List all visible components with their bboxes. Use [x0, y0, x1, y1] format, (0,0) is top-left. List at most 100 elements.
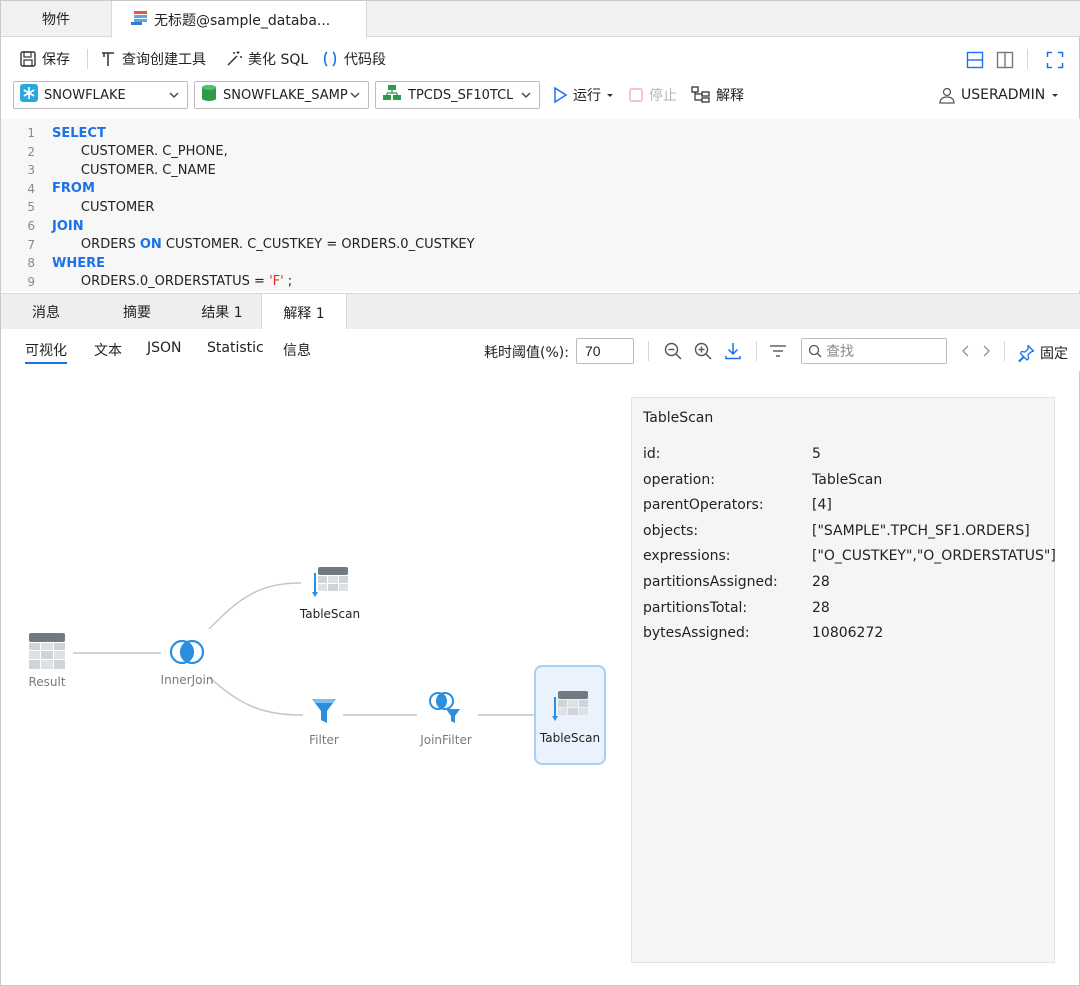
- beautify-sql-button[interactable]: 美化 SQL: [225, 47, 308, 71]
- sql-editor[interactable]: 1 SELECT 2 CUSTOMER. C_PHONE, 3 CUSTOMER. C…: [1, 119, 1080, 291]
- pin-button[interactable]: 固定: [1017, 341, 1068, 365]
- line-number: 2: [27, 144, 35, 159]
- property-value: 28: [812, 574, 830, 590]
- tab-info-label: 信息: [283, 343, 311, 359]
- plan-node-tablescan-selected[interactable]: TableScan: [534, 665, 606, 765]
- code-text: FROM: [52, 181, 95, 196]
- tab-summary[interactable]: 摘要: [91, 294, 183, 330]
- sql-keyword: SELECT: [52, 125, 106, 141]
- tab-json[interactable]: JSON: [147, 340, 182, 364]
- chevron-down-icon: [169, 92, 179, 98]
- code-snippet-button[interactable]: 代码段: [321, 47, 386, 71]
- line-number: 4: [27, 181, 35, 196]
- plan-node-label: TableScan: [299, 607, 361, 621]
- split-vertical-button[interactable]: [996, 51, 1016, 71]
- zoom-in-icon: [694, 342, 712, 360]
- plan-node-tablescan-top[interactable]: TableScan: [297, 565, 363, 621]
- beautify-sql-label: 美化 SQL: [248, 52, 309, 68]
- schema-icon: [382, 84, 402, 106]
- code-snippet-label: 代码段: [344, 52, 386, 68]
- explain-button[interactable]: 解释: [691, 83, 744, 107]
- zoom-out-icon: [664, 342, 682, 360]
- plan-node-label: JoinFilter: [420, 733, 472, 747]
- property-key: id:: [643, 446, 661, 462]
- tab-messages[interactable]: 消息: [1, 294, 91, 330]
- tab-statistic[interactable]: Statistic: [207, 340, 264, 364]
- plan-node-filter[interactable]: Filter: [297, 695, 351, 747]
- code-line: 9 ORDERS.0_ORDERSTATUS = 'F' ;: [1, 273, 1080, 291]
- fullscreen-button[interactable]: [1046, 51, 1066, 71]
- tab-visual-label: 可视化: [25, 343, 67, 359]
- tab-json-label: JSON: [147, 340, 182, 356]
- explain-toolbar: 可视化 文本 JSON Statistic 信息 耗时阈值(%): 70 查找 …: [1, 329, 1080, 371]
- plan-node-result[interactable]: Result: [19, 633, 75, 689]
- caret-down-icon: [1052, 94, 1059, 97]
- plan-edges: [73, 582, 541, 716]
- line-number: 6: [27, 219, 35, 233]
- property-key: partitionsAssigned:: [643, 574, 778, 590]
- property-value: [4]: [812, 497, 832, 514]
- tab-summary-label: 摘要: [123, 305, 151, 321]
- sql-token: CUSTOMER. C_NAME: [52, 162, 216, 178]
- run-label: 运行: [573, 88, 601, 104]
- tab-query[interactable]: 无标题@sample_databa...: [111, 1, 367, 38]
- warehouse-select[interactable]: SNOWFLAKE: [13, 81, 188, 109]
- next-match-button[interactable]: [976, 341, 996, 361]
- sql-token: ORDERS.0_ORDERSTATUS =: [52, 274, 270, 290]
- result-tabs: 消息 摘要 结果 1 解释 1: [1, 293, 1080, 331]
- code-line: 2 CUSTOMER. C_PHONE,: [1, 143, 1080, 161]
- tab-result-1[interactable]: 结果 1: [183, 294, 261, 330]
- code-text: CUSTOMER: [52, 200, 155, 215]
- plan-node-inner-join[interactable]: InnerJoin: [157, 637, 217, 687]
- zoom-out-button[interactable]: [663, 341, 683, 361]
- plan-canvas[interactable]: Result InnerJoin TableScan Filter JoinFi…: [1, 371, 621, 981]
- query-builder-icon: [102, 52, 114, 66]
- fullscreen-icon: [1046, 51, 1064, 69]
- tab-objects[interactable]: 物件: [1, 1, 111, 37]
- code-line: 8 WHERE: [1, 254, 1080, 272]
- tab-objects-label: 物件: [42, 12, 70, 28]
- tablescan-icon: [312, 567, 348, 597]
- tab-info[interactable]: 信息: [283, 340, 311, 364]
- sql-keyword: ON: [139, 237, 162, 253]
- download-button[interactable]: [723, 341, 743, 361]
- app-window: 物件 无标题@sample_databa... 保存 查询创建工具 美化 SQL…: [0, 0, 1080, 986]
- connection-toolbar: SNOWFLAKE SNOWFLAKE_SAMP TPCDS_SF10TCL 运…: [1, 79, 1080, 113]
- search-input[interactable]: [826, 343, 936, 359]
- tab-text-label: 文本: [94, 343, 122, 359]
- previous-match-button[interactable]: [956, 341, 976, 361]
- run-button[interactable]: 运行: [552, 83, 620, 107]
- property-value: 5: [812, 446, 821, 462]
- save-label: 保存: [42, 52, 70, 68]
- filter-button[interactable]: [768, 341, 788, 361]
- stop-icon: [629, 88, 643, 102]
- user-menu[interactable]: USERADMIN: [938, 83, 1065, 107]
- warehouse-value: SNOWFLAKE: [44, 87, 126, 103]
- stop-button[interactable]: 停止: [628, 83, 677, 107]
- plan-node-join-filter[interactable]: JoinFilter: [415, 689, 477, 747]
- code-text: SELECT: [52, 126, 106, 141]
- detail-property-row: bytesAssigned: 10806272: [643, 625, 1053, 645]
- tab-explain-1[interactable]: 解释 1: [261, 294, 347, 331]
- tab-text[interactable]: 文本: [94, 340, 122, 364]
- code-snippet-icon: [323, 51, 337, 67]
- filter-funnel-icon: [312, 699, 336, 723]
- tab-visual[interactable]: 可视化: [25, 340, 67, 364]
- edge-innerjoin-filter: [208, 676, 304, 716]
- schema-value: TPCDS_SF10TCL: [408, 87, 514, 103]
- threshold-input[interactable]: [576, 338, 634, 364]
- chevron-right-icon: [983, 345, 990, 357]
- detail-property-row: partitionsTotal: 28: [643, 600, 1053, 620]
- query-builder-button[interactable]: 查询创建工具: [99, 47, 206, 71]
- chevron-down-icon: [521, 92, 531, 98]
- database-select[interactable]: SNOWFLAKE_SAMP: [194, 81, 369, 109]
- property-value: 28: [812, 599, 830, 616]
- schema-select[interactable]: TPCDS_SF10TCL: [375, 81, 540, 109]
- query-table-icon: [130, 10, 148, 30]
- zoom-in-button[interactable]: [693, 341, 713, 361]
- tab-statistic-label: Statistic: [207, 340, 264, 356]
- detail-title: TableScan: [643, 410, 714, 426]
- split-horizontal-button[interactable]: [966, 51, 986, 71]
- save-button[interactable]: 保存: [19, 47, 70, 71]
- chevron-left-icon: [962, 345, 969, 357]
